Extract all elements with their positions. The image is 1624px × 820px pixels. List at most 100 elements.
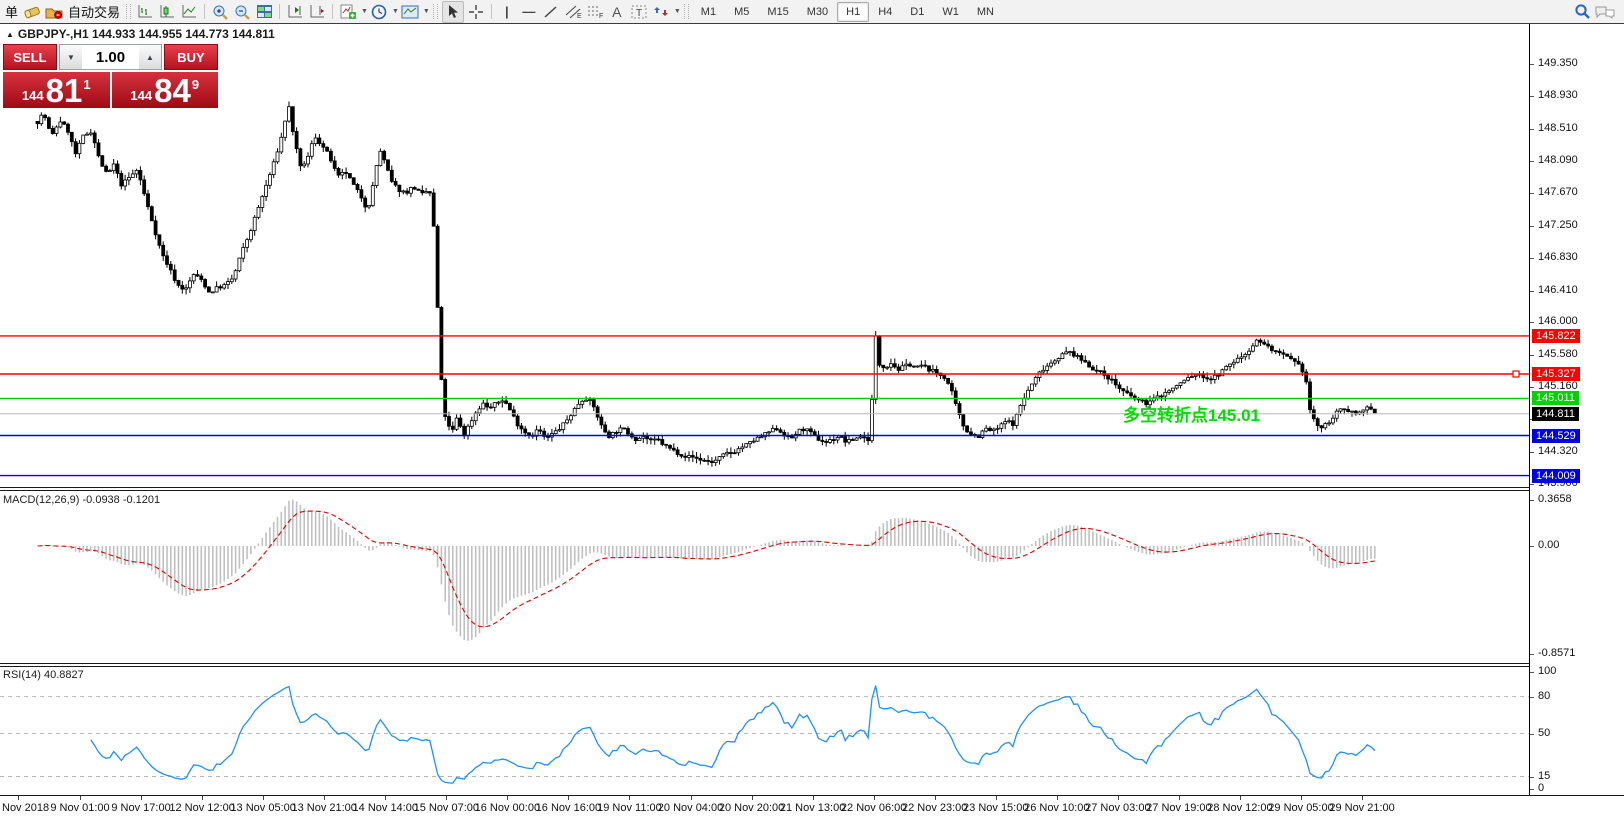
axis-tick-label: 0 bbox=[1538, 782, 1544, 794]
timeframe-button-W1[interactable]: W1 bbox=[933, 2, 968, 22]
main-price-pane[interactable] bbox=[0, 24, 1530, 487]
text-label-tool-icon[interactable]: T bbox=[629, 2, 649, 22]
sell-price-small: 144 bbox=[22, 88, 44, 103]
time-axis-label: Nov 2018 bbox=[2, 802, 49, 814]
time-axis-tick bbox=[141, 796, 142, 800]
toolbar-drag-handle[interactable] bbox=[433, 4, 438, 19]
line-chart-type-icon[interactable] bbox=[179, 2, 199, 22]
text-tool-icon[interactable]: A bbox=[607, 2, 627, 22]
timeframe-button-MN[interactable]: MN bbox=[968, 2, 1003, 22]
time-axis-label: 22 Nov 23:00 bbox=[902, 802, 967, 814]
timeframe-button-M5[interactable]: M5 bbox=[725, 2, 758, 22]
axis-tick-label: 149.350 bbox=[1538, 57, 1578, 69]
time-axis-label: 22 Nov 06:00 bbox=[841, 802, 906, 814]
indicators-dropdown-icon[interactable]: ▼ bbox=[361, 8, 368, 15]
new-order-button-partial[interactable]: 单 bbox=[2, 2, 21, 21]
time-axis-tick bbox=[1240, 796, 1241, 800]
axis-tick-label: 147.250 bbox=[1538, 219, 1578, 231]
toolbar-separator bbox=[204, 4, 205, 19]
bar-chart-type-icon[interactable] bbox=[135, 2, 155, 22]
arrows-dropdown-icon[interactable]: ▼ bbox=[674, 8, 681, 15]
price-axis[interactable]: 149.350148.930148.510148.090147.670147.2… bbox=[1530, 24, 1624, 795]
macd-indicator-pane[interactable] bbox=[0, 491, 1530, 663]
buy-button[interactable]: BUY bbox=[164, 44, 218, 70]
time-axis-tick bbox=[874, 796, 875, 800]
time-axis-label: 16 Nov 00:00 bbox=[475, 802, 540, 814]
candlestick-type-icon[interactable] bbox=[157, 2, 177, 22]
periods-dropdown-icon[interactable]: ▼ bbox=[392, 8, 399, 15]
trendline-tool-icon[interactable] bbox=[541, 2, 561, 22]
timeframe-button-M15[interactable]: M15 bbox=[758, 2, 797, 22]
toolbar-drag-handle[interactable] bbox=[126, 4, 131, 19]
chat-icon[interactable] bbox=[1594, 2, 1616, 22]
time-axis-tick bbox=[1301, 796, 1302, 800]
price-label-chip: 145.822 bbox=[1532, 329, 1580, 343]
axis-tick-label: -0.8571 bbox=[1538, 647, 1575, 659]
chart-autoscroll-icon[interactable] bbox=[307, 2, 327, 22]
volume-increase-button[interactable]: ▲ bbox=[139, 45, 161, 69]
time-axis-tick bbox=[1179, 796, 1180, 800]
arrows-tool-icon[interactable] bbox=[651, 2, 671, 22]
rsi-indicator-pane[interactable] bbox=[0, 667, 1530, 795]
toolbar-underline bbox=[0, 23, 1624, 24]
tile-windows-icon[interactable] bbox=[254, 2, 274, 22]
toolbar-separator bbox=[332, 4, 333, 19]
price-label-chip: 145.327 bbox=[1532, 367, 1580, 381]
time-axis-tick bbox=[1118, 796, 1119, 800]
sell-price-sup: 1 bbox=[83, 77, 90, 92]
templates-icon[interactable] bbox=[400, 2, 420, 22]
horizontal-line-tool-icon[interactable]: — bbox=[519, 2, 539, 22]
time-axis-tick bbox=[385, 796, 386, 800]
time-axis[interactable]: Nov 20189 Nov 01:009 Nov 17:0012 Nov 12:… bbox=[0, 796, 1624, 820]
axis-tick bbox=[1530, 322, 1534, 323]
crosshair-icon[interactable] bbox=[466, 2, 486, 22]
zoom-out-icon[interactable] bbox=[232, 2, 252, 22]
svg-text:E: E bbox=[577, 13, 582, 19]
timeframe-button-D1[interactable]: D1 bbox=[901, 2, 933, 22]
sell-price-display[interactable]: 144 81 1 bbox=[3, 72, 110, 108]
time-axis-label: 21 Nov 13:00 bbox=[780, 802, 845, 814]
time-axis-label: 29 Nov 21:00 bbox=[1329, 802, 1394, 814]
time-axis-tick bbox=[1057, 796, 1058, 800]
autotrading-button[interactable]: 自动交易 bbox=[65, 2, 123, 21]
axis-tick-label: 148.090 bbox=[1538, 154, 1578, 166]
timeframe-button-M1[interactable]: M1 bbox=[692, 2, 725, 22]
buy-price-display[interactable]: 144 84 9 bbox=[112, 72, 219, 108]
time-axis-tick bbox=[568, 796, 569, 800]
chart-annotation-text[interactable]: 多空转折点145.01 bbox=[1123, 401, 1260, 426]
sell-button[interactable]: SELL bbox=[3, 44, 57, 70]
time-axis-label: 28 Nov 12:00 bbox=[1207, 802, 1272, 814]
fibonacci-tool-icon[interactable]: F bbox=[585, 2, 605, 22]
one-click-trading-panel: SELL ▼ ▲ BUY 144 81 1 144 84 9 bbox=[3, 44, 218, 108]
timeframe-button-H4[interactable]: H4 bbox=[869, 2, 901, 22]
indicators-icon[interactable] bbox=[338, 2, 358, 22]
axis-tick-label: 100 bbox=[1538, 665, 1556, 677]
zoom-in-icon[interactable] bbox=[210, 2, 230, 22]
time-axis-tick bbox=[1362, 796, 1363, 800]
periods-clock-icon[interactable] bbox=[369, 2, 389, 22]
vertical-line-tool-icon[interactable]: | bbox=[497, 2, 517, 22]
eraser-icon[interactable] bbox=[22, 2, 42, 22]
toolbar-drag-handle[interactable] bbox=[684, 4, 689, 19]
sell-price-big: 81 bbox=[46, 76, 83, 106]
volume-decrease-button[interactable]: ▼ bbox=[60, 45, 82, 69]
channel-tool-icon[interactable]: E bbox=[563, 2, 583, 22]
volume-input[interactable] bbox=[82, 45, 139, 69]
cursor-icon[interactable] bbox=[442, 1, 464, 23]
folder-red-dot-icon[interactable] bbox=[44, 2, 64, 22]
price-label-chip: 145.011 bbox=[1532, 391, 1579, 405]
axis-tick bbox=[1530, 654, 1534, 655]
rsi-label: RSI(14) 40.8827 bbox=[3, 669, 84, 681]
axis-tick bbox=[1530, 64, 1534, 65]
time-axis-label: 13 Nov 05:00 bbox=[230, 802, 295, 814]
axis-tick-label: 146.830 bbox=[1538, 251, 1578, 263]
search-icon[interactable] bbox=[1572, 2, 1592, 22]
timeframe-button-H1[interactable]: H1 bbox=[837, 2, 869, 22]
timeframe-button-M30[interactable]: M30 bbox=[798, 2, 837, 22]
time-axis-label: 9 Nov 17:00 bbox=[111, 802, 170, 814]
chart-shift-icon[interactable] bbox=[285, 2, 305, 22]
templates-dropdown-icon[interactable]: ▼ bbox=[423, 8, 430, 15]
time-axis-label: 15 Nov 07:00 bbox=[414, 802, 479, 814]
time-axis-tick bbox=[629, 796, 630, 800]
axis-tick bbox=[1530, 129, 1534, 130]
